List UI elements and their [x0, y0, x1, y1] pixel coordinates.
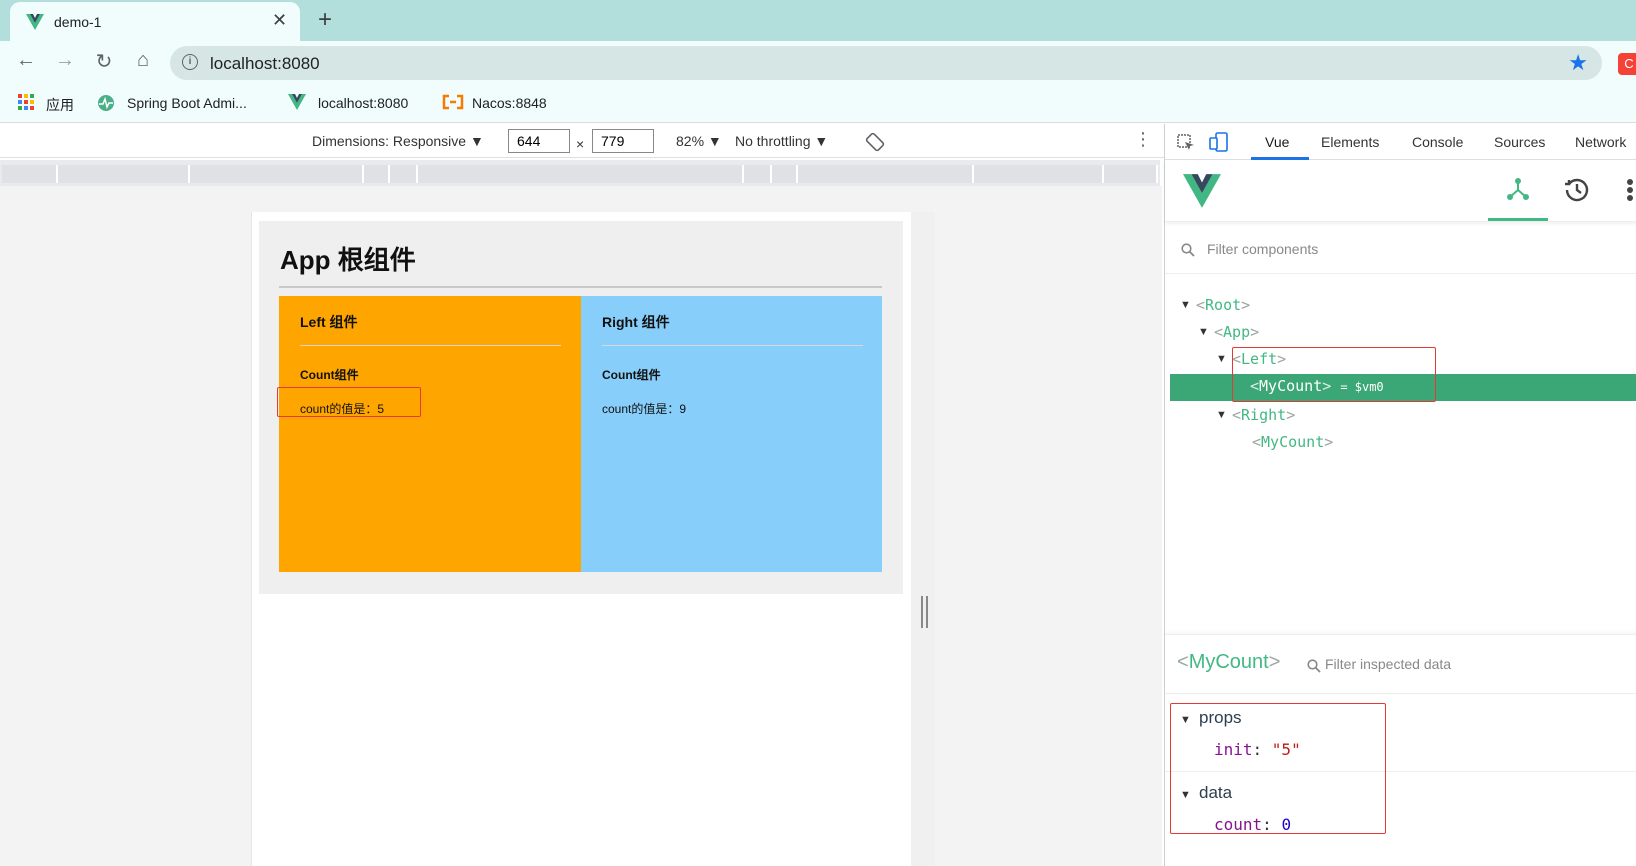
inspected-component-name: <MyCount> [1177, 651, 1281, 673]
vue-logo-icon [26, 14, 44, 30]
viewport-resizer[interactable] [911, 212, 935, 866]
address-bar[interactable]: i localhost:8080 ★ [170, 46, 1602, 80]
ruler-segment [390, 165, 418, 183]
browser-tab-strip: demo-1 ✕ + [0, 0, 1636, 41]
devtools-tab-bar: Vue Elements Console Sources Network [1165, 124, 1636, 160]
url-text: localhost:8080 [210, 54, 320, 73]
vue-logo-icon [1183, 174, 1221, 208]
expand-caret-icon[interactable]: ▼ [1198, 326, 1209, 338]
highlight-left-subtree [1232, 347, 1436, 402]
tab-vue[interactable]: Vue [1265, 134, 1289, 150]
timeline-history-icon[interactable] [1563, 176, 1591, 204]
device-toggle-icon[interactable] [1209, 132, 1229, 152]
reload-icon[interactable]: ↻ [92, 49, 116, 74]
extension-icon[interactable]: C [1618, 53, 1636, 75]
expand-caret-icon[interactable]: ▼ [1180, 299, 1191, 311]
highlight-left-count [277, 387, 421, 417]
dimensions-select[interactable]: Dimensions: Responsive ▼ [312, 133, 484, 149]
vue-devtools-header [1165, 160, 1636, 222]
right-divider [602, 345, 863, 346]
ruler-segment [2, 165, 58, 183]
home-icon[interactable]: ⌂ [131, 49, 155, 72]
ruler-segment [190, 165, 364, 183]
inspector-header: <MyCount> Filter inspected data [1165, 634, 1636, 694]
new-tab-button[interactable]: + [318, 6, 332, 34]
right-count-title: Count组件 [602, 368, 661, 382]
resize-handle-icon[interactable] [921, 596, 928, 628]
bookmark-apps[interactable]: 应用 [46, 95, 74, 115]
bookmark-nacos[interactable]: Nacos:8848 [472, 95, 547, 111]
ruler-segment [772, 165, 798, 183]
bookmark-star-icon[interactable]: ★ [1568, 50, 1588, 76]
browser-tab[interactable]: demo-1 ✕ [10, 2, 300, 41]
tree-node-right[interactable]: <Right> [1232, 406, 1295, 424]
dimension-separator: × [576, 136, 585, 152]
filter-components-input[interactable]: Filter components [1207, 241, 1318, 257]
ruler-segment [1104, 165, 1158, 183]
bookmarks-bar: 应用 Spring Boot Admi... localhost:8080 Na… [0, 84, 1636, 123]
app-divider [279, 286, 882, 288]
more-options-icon[interactable]: ⋮ [1134, 129, 1152, 150]
tab-elements[interactable]: Elements [1321, 134, 1379, 150]
viewport-width-input[interactable] [508, 129, 570, 153]
highlight-props-data [1170, 703, 1386, 834]
nacos-icon [442, 94, 464, 110]
inspect-element-icon[interactable] [1177, 134, 1195, 152]
ruler-segment [364, 165, 390, 183]
left-count-title: Count组件 [300, 368, 359, 382]
filter-inspected-data-input[interactable]: Filter inspected data [1325, 656, 1451, 672]
right-title: Right 组件 [602, 314, 670, 330]
tree-node-right-mycount[interactable]: <MyCount> [1252, 433, 1333, 451]
spring-boot-admin-icon [98, 95, 114, 111]
filter-components-row[interactable]: Filter components [1165, 224, 1636, 274]
ruler-segment [58, 165, 190, 183]
tab-network[interactable]: Network [1575, 134, 1626, 150]
vuex-store-icon[interactable] [1623, 178, 1636, 202]
tab-console[interactable]: Console [1412, 134, 1463, 150]
components-tab-indicator [1488, 218, 1548, 221]
right-count-value: count的值是：9 [602, 402, 687, 416]
tree-node-app[interactable]: <App> [1214, 323, 1259, 341]
expand-caret-icon[interactable]: ▼ [1216, 409, 1227, 421]
tree-node-root[interactable]: <Root> [1196, 296, 1250, 314]
bookmark-spring-boot-admin[interactable]: Spring Boot Admi... [127, 95, 247, 111]
app-title: App 根组件 [280, 245, 416, 275]
viewport-height-input[interactable] [592, 129, 654, 153]
tab-sources[interactable]: Sources [1494, 134, 1545, 150]
ruler-segment [744, 165, 772, 183]
left-component: Left 组件 Count组件 count的值是：5 [279, 296, 581, 572]
ruler-segment [798, 165, 974, 183]
device-toolbar: Dimensions: Responsive ▼ × 82% ▼ No thro… [0, 124, 1164, 158]
search-icon [1181, 243, 1195, 257]
left-divider [300, 345, 561, 346]
tab-title: demo-1 [54, 14, 102, 30]
vue-logo-icon [288, 94, 306, 110]
close-tab-icon[interactable]: ✕ [272, 10, 287, 31]
apps-grid-icon [18, 94, 34, 110]
ruler-segment [418, 165, 744, 183]
forward-icon[interactable]: → [53, 49, 77, 72]
rotate-icon[interactable] [865, 132, 885, 152]
zoom-select[interactable]: 82% ▼ [676, 133, 722, 149]
right-component: Right 组件 Count组件 count的值是：9 [581, 296, 882, 572]
browser-toolbar: ← → ↻ ⌂ i localhost:8080 ★ C [0, 41, 1636, 84]
bookmark-localhost[interactable]: localhost:8080 [318, 95, 408, 111]
throttling-select[interactable]: No throttling ▼ [735, 133, 828, 149]
site-info-icon[interactable]: i [182, 54, 198, 70]
components-tab-icon[interactable] [1505, 176, 1531, 202]
expand-caret-icon[interactable]: ▼ [1216, 353, 1227, 365]
left-title: Left 组件 [300, 314, 358, 330]
search-icon [1307, 659, 1321, 673]
back-icon[interactable]: ← [14, 49, 38, 72]
ruler-segment [974, 165, 1104, 183]
